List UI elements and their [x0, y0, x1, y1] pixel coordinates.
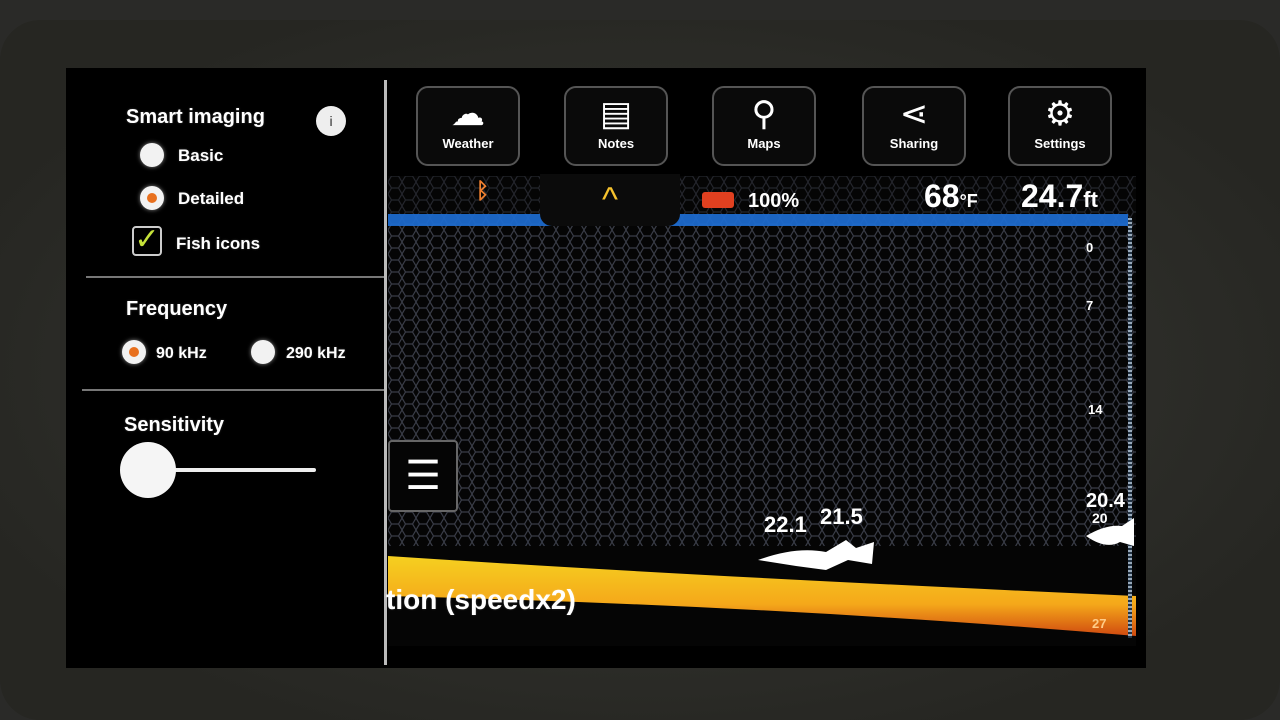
divider — [82, 389, 386, 391]
panel-divider — [384, 80, 387, 665]
weather-icon: ☁ — [451, 95, 485, 133]
water-surface — [388, 214, 1128, 226]
290khz-label: 290 kHz — [286, 345, 346, 362]
sensitivity-title: Sensitivity — [124, 414, 225, 436]
depth-tick: 7 — [1086, 298, 1094, 313]
sliders-icon: ☰ — [405, 454, 441, 498]
90khz-label: 90 kHz — [156, 345, 207, 362]
depth-tick: 14 — [1088, 402, 1103, 417]
depth-readout: 24.7ft — [1021, 178, 1098, 214]
settings-button[interactable]: ⚙ Settings — [1008, 86, 1112, 166]
settings-panel: Smart imaging i Basic Detailed ✓ Fish ic… — [66, 68, 388, 668]
notes-button[interactable]: ▤ Notes — [564, 86, 668, 166]
gear-icon: ⚙ — [1044, 95, 1076, 133]
chevron-up-icon: ^ — [602, 181, 618, 219]
battery-icon — [702, 192, 734, 208]
sharing-button[interactable]: ⋖ Sharing — [862, 86, 966, 166]
map-pin-icon: ⚲ — [751, 95, 777, 133]
basic-label: Basic — [178, 146, 224, 165]
maps-button[interactable]: ⚲ Maps — [712, 86, 816, 166]
weather-button[interactable]: ☁ Weather — [416, 86, 520, 166]
sonar-view — [388, 176, 1136, 646]
fish-icon — [1086, 518, 1134, 546]
radio-290khz[interactable] — [251, 340, 275, 364]
collapse-toolbar-button[interactable]: ^ — [540, 174, 680, 226]
fish-icons-label: Fish icons — [176, 234, 261, 253]
filter-sliders-button[interactable]: ☰ — [388, 440, 458, 512]
depth-tick: 27 — [1092, 616, 1107, 631]
radio-90khz[interactable] — [122, 340, 146, 364]
notes-icon: ▤ — [599, 95, 633, 133]
fish-icon — [758, 540, 874, 570]
water-temperature: 68°F — [924, 178, 978, 214]
screen: Smart imaging i Basic Detailed ✓ Fish ic… — [66, 68, 1146, 668]
share-icon: ⋖ — [899, 95, 929, 133]
sensitivity-slider-thumb[interactable] — [120, 442, 176, 498]
divider — [86, 276, 386, 278]
depth-scale — [1128, 218, 1132, 638]
info-icon[interactable]: i — [316, 106, 346, 136]
battery-percent: 100% — [748, 190, 800, 212]
radio-detailed[interactable] — [140, 186, 164, 210]
fish-depth-label: 21.5 — [820, 504, 863, 529]
playback-overlay-text: tion (speedx2) — [386, 584, 576, 615]
bluetooth-icon: ᛒ — [476, 178, 490, 203]
radio-basic[interactable] — [140, 143, 164, 167]
frequency-title: Frequency — [126, 298, 228, 320]
detailed-label: Detailed — [178, 189, 245, 208]
sonar-background — [388, 176, 1136, 636]
smart-imaging-title: Smart imaging — [126, 106, 265, 128]
depth-tick: 0 — [1086, 240, 1094, 255]
fish-icons-checkbox[interactable]: ✓ — [132, 225, 162, 256]
